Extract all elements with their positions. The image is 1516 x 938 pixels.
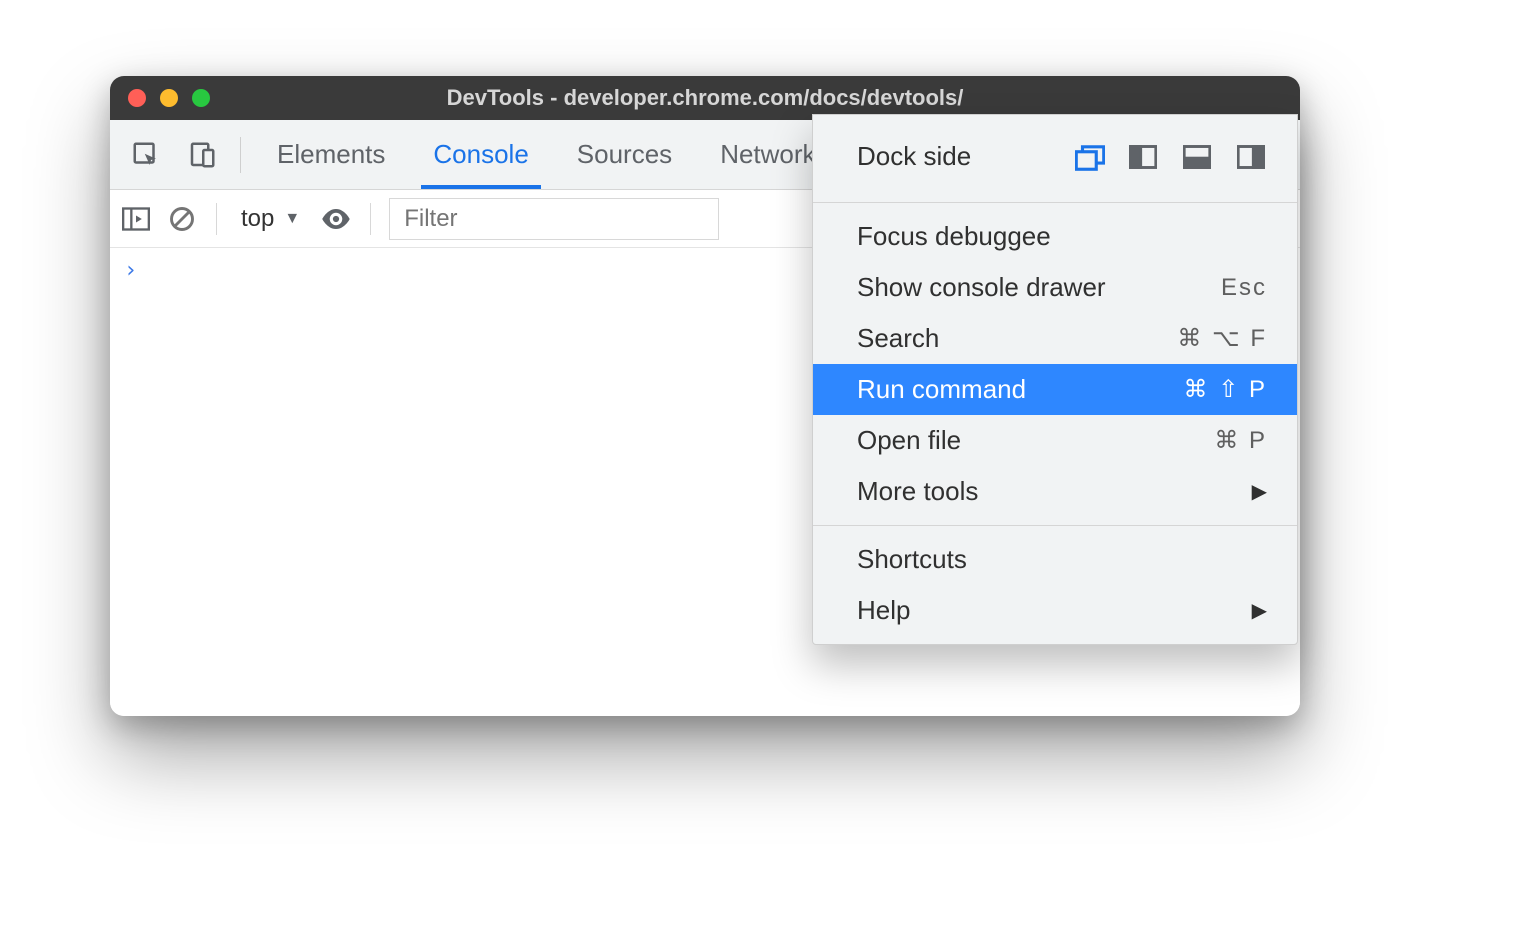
filter-input[interactable] bbox=[389, 198, 719, 240]
window-maximize-button[interactable] bbox=[192, 89, 210, 107]
dock-bottom-icon[interactable] bbox=[1183, 145, 1213, 169]
menu-item-shortcuts[interactable]: Shortcuts bbox=[813, 534, 1297, 585]
menu-item-shortcut: ⌘ ⇧ P bbox=[1184, 375, 1267, 404]
menu-item-label: Search bbox=[857, 323, 939, 354]
dock-left-icon[interactable] bbox=[1129, 145, 1159, 169]
dock-right-icon[interactable] bbox=[1237, 145, 1267, 169]
menu-item-label: Open file bbox=[857, 425, 961, 456]
window-minimize-button[interactable] bbox=[160, 89, 178, 107]
menu-item-search[interactable]: Search ⌘ ⌥ F bbox=[813, 313, 1297, 364]
menu-item-label: Focus debuggee bbox=[857, 221, 1051, 252]
window-title: DevTools - developer.chrome.com/docs/dev… bbox=[110, 85, 1300, 111]
tab-sources[interactable]: Sources bbox=[553, 120, 696, 189]
dock-undock-icon[interactable] bbox=[1075, 145, 1105, 169]
dock-side-row: Dock side bbox=[813, 123, 1297, 194]
inspect-element-icon[interactable] bbox=[128, 137, 164, 173]
menu-item-help[interactable]: Help ▶ bbox=[813, 585, 1297, 636]
menu-item-focus-debuggee[interactable]: Focus debuggee bbox=[813, 211, 1297, 262]
kebab-dropdown-menu: Dock side bbox=[812, 114, 1298, 645]
menu-item-label: More tools bbox=[857, 476, 978, 507]
menu-item-run-command[interactable]: Run command ⌘ ⇧ P bbox=[813, 364, 1297, 415]
tab-console[interactable]: Console bbox=[409, 120, 552, 189]
live-expression-eye-icon[interactable] bbox=[320, 201, 352, 237]
dropdown-triangle-icon: ▼ bbox=[284, 210, 300, 228]
menu-item-shortcut: ⌘ P bbox=[1214, 426, 1267, 455]
menu-item-open-file[interactable]: Open file ⌘ P bbox=[813, 415, 1297, 466]
panel-tabs: Elements Console Sources Network » bbox=[253, 120, 884, 189]
menu-item-label: Help bbox=[857, 595, 910, 626]
menu-item-show-console-drawer[interactable]: Show console drawer Esc bbox=[813, 262, 1297, 313]
submenu-arrow-icon: ▶ bbox=[1252, 598, 1267, 623]
submenu-arrow-icon: ▶ bbox=[1252, 479, 1267, 504]
dock-side-label: Dock side bbox=[857, 141, 971, 172]
menu-item-shortcut: ⌘ ⌥ F bbox=[1177, 324, 1267, 353]
menu-item-label: Run command bbox=[857, 374, 1026, 405]
context-label: top bbox=[241, 205, 274, 233]
toggle-sidebar-icon[interactable] bbox=[120, 201, 152, 237]
clear-console-icon[interactable] bbox=[166, 201, 198, 237]
context-selector[interactable]: top ▼ bbox=[235, 205, 306, 233]
device-toggle-icon[interactable] bbox=[184, 137, 220, 173]
menu-item-more-tools[interactable]: More tools ▶ bbox=[813, 466, 1297, 517]
tab-elements[interactable]: Elements bbox=[253, 120, 409, 189]
menu-item-shortcut: Esc bbox=[1221, 274, 1267, 302]
traffic-lights bbox=[128, 89, 210, 107]
menu-item-label: Shortcuts bbox=[857, 544, 967, 575]
console-prompt-icon: › bbox=[124, 258, 137, 283]
window-close-button[interactable] bbox=[128, 89, 146, 107]
subbar-divider-2 bbox=[370, 203, 371, 235]
menu-item-label: Show console drawer bbox=[857, 272, 1106, 303]
toolbar-divider bbox=[240, 137, 241, 173]
subbar-divider-1 bbox=[216, 203, 217, 235]
